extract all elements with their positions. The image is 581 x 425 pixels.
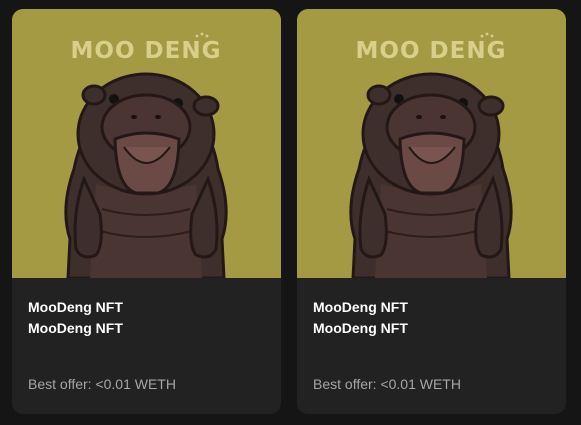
- moodeng-hippo-illustration: MOO DENG: [64, 32, 228, 278]
- nft-card-info: MooDeng NFT MooDeng NFT: [28, 297, 269, 339]
- nft-collection[interactable]: MooDeng NFT: [28, 318, 269, 339]
- nft-collection[interactable]: MooDeng NFT: [313, 318, 554, 339]
- best-offer-text: Best offer: <0.01 WETH: [28, 376, 176, 392]
- nft-grid: MOO DENG MooDeng NFT MooDeng NFT Best of…: [0, 0, 581, 425]
- svg-text:MOO DENG: MOO DENG: [71, 38, 222, 64]
- nft-name[interactable]: MooDeng NFT: [28, 297, 269, 318]
- nft-card[interactable]: MOO DENG MooDeng NFT MooDeng NFT Best of…: [297, 9, 566, 414]
- best-offer-text: Best offer: <0.01 WETH: [313, 376, 461, 392]
- moodeng-hippo-illustration: MOO DENG: [349, 32, 513, 278]
- nft-card-info: MooDeng NFT MooDeng NFT: [313, 297, 554, 339]
- nft-image[interactable]: MOO DENG: [297, 9, 566, 278]
- nft-image[interactable]: MOO DENG: [12, 9, 281, 278]
- nft-card[interactable]: MOO DENG MooDeng NFT MooDeng NFT Best of…: [12, 9, 281, 414]
- nft-name[interactable]: MooDeng NFT: [313, 297, 554, 318]
- svg-text:MOO DENG: MOO DENG: [356, 38, 507, 64]
